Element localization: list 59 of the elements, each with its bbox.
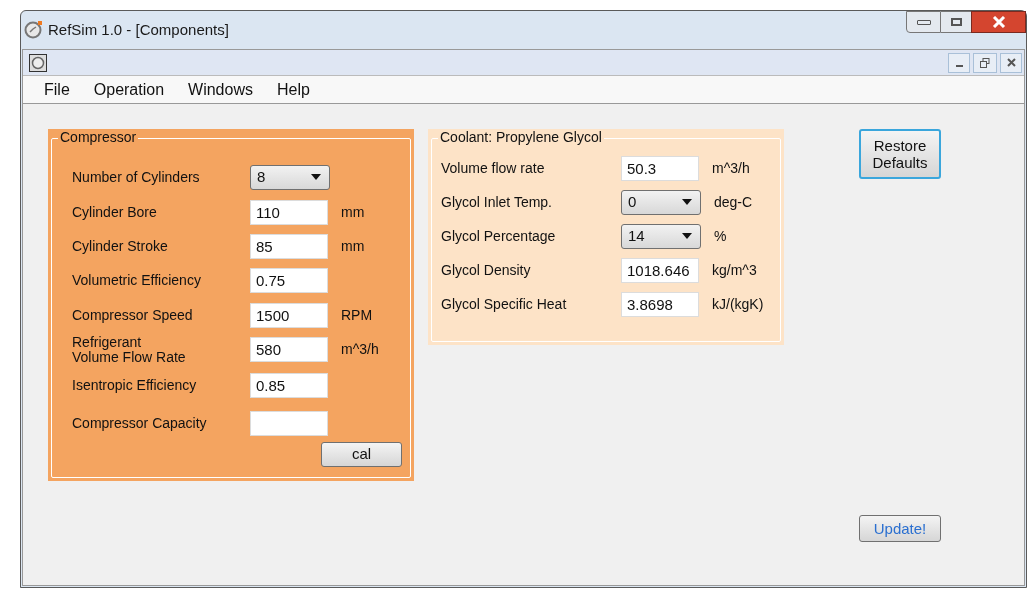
field-label: Cylinder Bore — [72, 204, 158, 220]
caret-icon — [311, 174, 321, 180]
close-icon — [991, 16, 1006, 28]
input-field[interactable]: 1018.646 — [621, 257, 699, 283]
menu-item[interactable]: Windows — [180, 77, 261, 102]
unit-label: RPM — [341, 306, 373, 325]
field-label: Cylinder Stroke — [72, 238, 169, 254]
maximize-button[interactable] — [941, 11, 971, 33]
input-field[interactable] — [250, 410, 328, 436]
minimize-button[interactable] — [948, 52, 970, 73]
unit-label: m^3/h — [712, 158, 750, 178]
field-label: Glycol Inlet Temp. — [441, 194, 553, 210]
menu-item[interactable]: File — [36, 77, 78, 102]
field-label: Isentropic Efficiency — [72, 378, 198, 393]
minimize-button[interactable] — [906, 11, 941, 33]
menu-item[interactable]: Operation — [85, 77, 173, 102]
input-field[interactable]: 1500 — [250, 303, 328, 328]
caret-icon — [682, 233, 692, 239]
dropdown[interactable]: 8 — [250, 164, 330, 190]
dropdown[interactable]: 0 — [621, 189, 701, 215]
unit-label: kg/m^3 — [712, 260, 757, 280]
unit-label: deg-C — [714, 192, 753, 212]
field-label: Volumetric Efficiency — [72, 273, 202, 288]
close-icon — [1006, 58, 1016, 67]
unit-label: kJ/(kgK) — [712, 294, 764, 314]
app-icon — [24, 21, 42, 39]
caret-icon — [682, 199, 692, 205]
input-field[interactable]: 85 — [250, 233, 328, 259]
unit-label: % — [714, 226, 727, 246]
unit-label: mm — [341, 236, 365, 256]
unit-label: mm — [341, 202, 365, 222]
restore-button[interactable] — [973, 52, 997, 73]
field-label: Refrigerant Volume Flow Rate — [72, 334, 187, 365]
restore-defaults-button[interactable]: Restore Defaults — [859, 129, 941, 179]
dropdown[interactable]: 14 — [621, 223, 701, 249]
field-label: Compressor Capacity — [72, 415, 208, 431]
update-button[interactable]: Update! — [859, 515, 941, 542]
field-label: Compressor Speed — [72, 308, 194, 323]
input-field[interactable]: 0.75 — [250, 268, 328, 293]
field-label: Glycol Density — [441, 262, 532, 278]
input-field[interactable]: 0.85 — [250, 373, 328, 398]
restore-icon — [980, 57, 990, 68]
input-field[interactable]: 110 — [250, 199, 328, 225]
unit-label: m^3/h — [341, 340, 379, 359]
field-label: Glycol Percentage — [441, 228, 557, 244]
field-label: Number of Cylinders — [72, 169, 201, 185]
group-title: Compressor — [58, 129, 139, 146]
close-button[interactable] — [1000, 52, 1022, 73]
close-button[interactable] — [971, 11, 1026, 33]
field-label: Glycol Specific Heat — [441, 296, 568, 312]
input-field[interactable]: 3.8698 — [621, 291, 699, 317]
cal-button[interactable]: cal — [321, 442, 402, 467]
input-field[interactable]: 580 — [250, 337, 328, 362]
group-title: Coolant: Propylene Glycol — [438, 129, 604, 146]
document-icon — [29, 53, 47, 72]
menu-item[interactable]: Help — [268, 77, 318, 102]
input-field[interactable]: 50.3 — [621, 155, 699, 181]
field-label: Volume flow rate — [441, 160, 546, 176]
window-title: RefSim 1.0 - [Components] — [48, 19, 229, 40]
